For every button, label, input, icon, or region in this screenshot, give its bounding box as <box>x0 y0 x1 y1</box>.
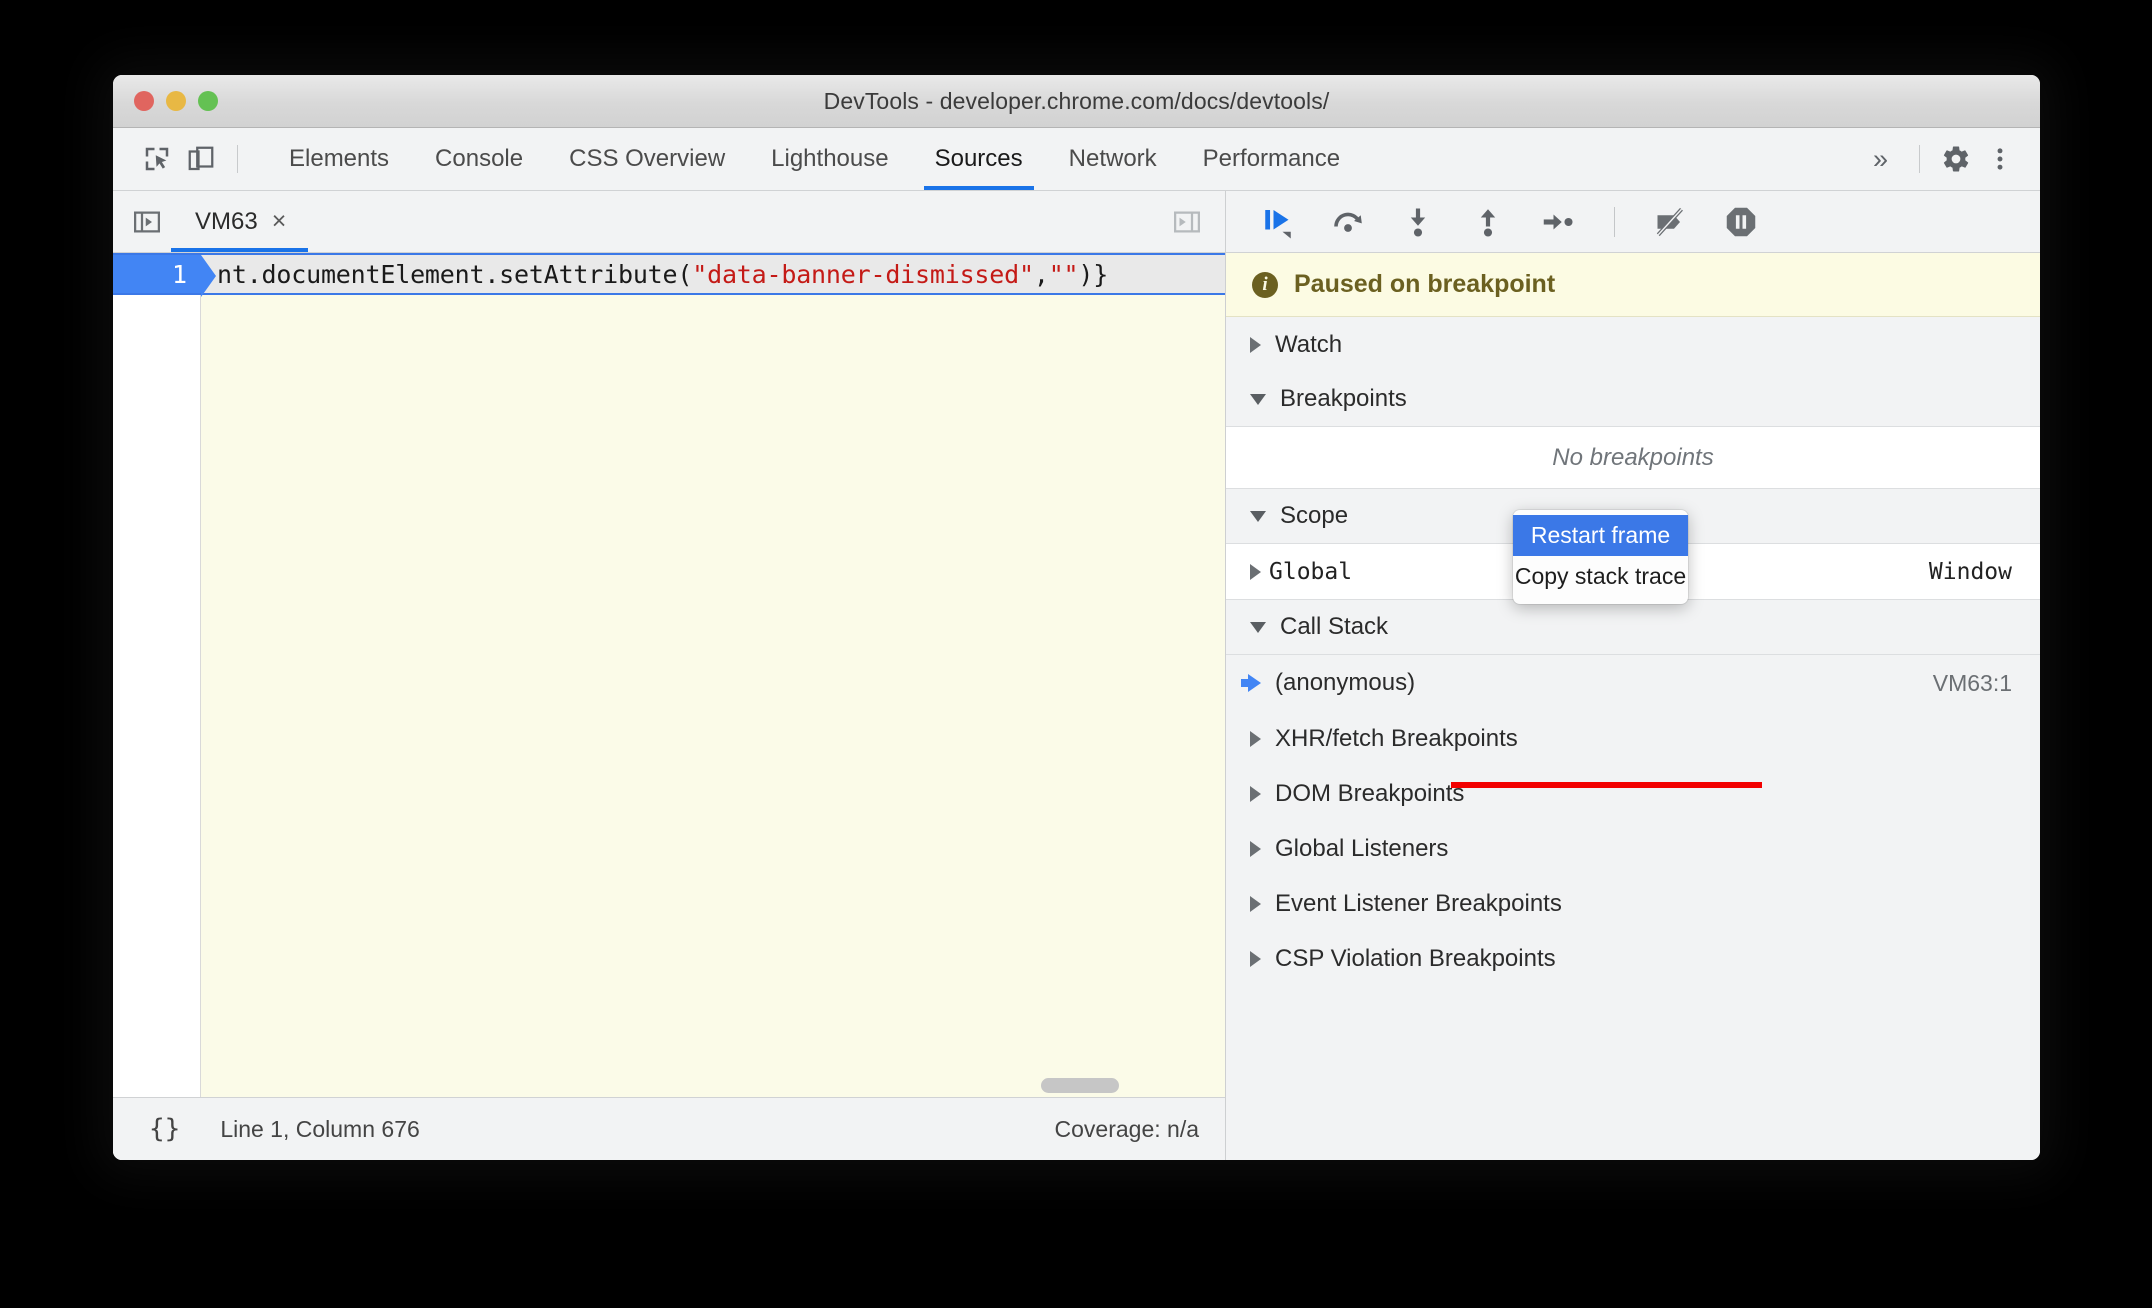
editor-status-bar: {} Line 1, Column 676 Coverage: n/a <box>113 1097 1225 1160</box>
code-line-text[interactable]: nt.documentElement.setAttribute("data-ba… <box>201 260 1225 289</box>
chevron-down-icon <box>1250 621 1266 633</box>
zoom-window-button[interactable] <box>198 91 218 111</box>
sources-panel-body: VM63 × 1 nt.documentElement.setAttribute <box>113 191 2040 1160</box>
inspect-element-icon[interactable] <box>135 137 179 181</box>
code-string-2: "" <box>1048 259 1079 289</box>
debugger-controls-toolbar <box>1226 191 2040 253</box>
call-stack-frame-name: (anonymous) <box>1275 669 1416 696</box>
chevron-right-icon <box>1250 336 1261 353</box>
window-title: DevTools - developer.chrome.com/docs/dev… <box>823 87 1330 114</box>
chevron-right-icon <box>1250 840 1261 857</box>
device-toolbar-icon[interactable] <box>179 137 223 181</box>
context-menu-item-restart-frame[interactable]: Restart frame <box>1513 515 1688 556</box>
code-editor[interactable]: 1 nt.documentElement.setAttribute("data-… <box>113 253 1225 1097</box>
code-segment-after: )} <box>1078 259 1109 289</box>
debugger-toolbar-divider <box>1614 206 1615 237</box>
devtools-tabstrip: Elements Console CSS Overview Lighthouse… <box>113 128 2040 191</box>
chevron-down-icon <box>1250 510 1266 522</box>
panel-tab-list: Elements Console CSS Overview Lighthouse… <box>266 128 1363 190</box>
file-tab-label: VM63 <box>195 207 258 235</box>
scope-value: Window <box>1928 558 2012 585</box>
editor-pane: VM63 × 1 nt.documentElement.setAttribute <box>113 191 1226 1160</box>
code-string-1: "data-banner-dismissed" <box>692 259 1034 289</box>
file-tab-vm63[interactable]: VM63 × <box>171 191 309 252</box>
paused-banner-text: Paused on breakpoint <box>1294 270 1556 298</box>
tab-lighthouse[interactable]: Lighthouse <box>748 128 911 190</box>
step-into-icon[interactable] <box>1394 198 1442 246</box>
section-breakpoints-label: Breakpoints <box>1280 385 1407 412</box>
call-stack-frame[interactable]: (anonymous) VM63:1 <box>1226 655 2040 711</box>
tab-network[interactable]: Network <box>1046 128 1180 190</box>
file-tabbar: VM63 × <box>113 191 1225 253</box>
line-number-badge: 1 <box>113 255 216 297</box>
section-dom-label: DOM Breakpoints <box>1275 779 1465 807</box>
toolbar-divider <box>237 145 238 173</box>
context-menu-item-copy-stack-trace[interactable]: Copy stack trace <box>1513 556 1688 597</box>
deactivate-breakpoints-icon[interactable] <box>1647 198 1695 246</box>
info-icon: i <box>1252 271 1278 298</box>
pause-on-exceptions-icon[interactable] <box>1717 198 1765 246</box>
pretty-print-button[interactable]: {} <box>137 1114 192 1144</box>
window-controls <box>134 91 218 111</box>
chevron-down-icon <box>1250 393 1266 405</box>
devtools-window: DevTools - developer.chrome.com/docs/dev… <box>113 75 2040 1160</box>
coverage-label: Coverage: n/a <box>1054 1115 1199 1142</box>
editor-horizontal-scrollbar[interactable] <box>201 1078 1225 1094</box>
debugger-sidebar: i Paused on breakpoint Watch Breakpoints… <box>1226 191 2040 1160</box>
strikethrough-annotation <box>1451 782 1762 788</box>
tab-sources[interactable]: Sources <box>912 128 1046 190</box>
more-tabs-icon[interactable]: » <box>1853 144 1905 175</box>
section-event-listener-label: Event Listener Breakpoints <box>1275 889 1562 917</box>
window-titlebar: DevTools - developer.chrome.com/docs/dev… <box>113 75 2040 128</box>
section-xhr-fetch-label: XHR/fetch Breakpoints <box>1275 724 1518 752</box>
tabstrip-right-controls: » <box>1853 137 2022 181</box>
step-over-icon[interactable] <box>1324 198 1372 246</box>
show-debugger-icon[interactable] <box>1163 198 1211 246</box>
editor-gutter <box>113 253 201 1097</box>
code-segment-before: nt.documentElement.setAttribute( <box>217 259 693 289</box>
current-frame-arrow-icon <box>1241 674 1261 692</box>
close-icon[interactable]: × <box>272 209 287 234</box>
section-call-stack-label: Call Stack <box>1280 613 1389 640</box>
section-xhr-fetch-breakpoints[interactable]: XHR/fetch Breakpoints <box>1226 711 2040 766</box>
tab-console[interactable]: Console <box>412 128 546 190</box>
section-call-stack[interactable]: Call Stack <box>1226 600 2040 655</box>
chevron-right-icon <box>1250 950 1261 967</box>
step-out-icon[interactable] <box>1464 198 1512 246</box>
section-global-listeners[interactable]: Global Listeners <box>1226 821 2040 876</box>
section-csp-violation-breakpoints[interactable]: CSP Violation Breakpoints <box>1226 931 2040 986</box>
section-watch-label: Watch <box>1275 330 1343 358</box>
section-breakpoints[interactable]: Breakpoints <box>1226 372 2040 427</box>
section-csp-violation-label: CSP Violation Breakpoints <box>1275 944 1556 972</box>
show-navigator-icon[interactable] <box>123 198 171 246</box>
chevron-right-icon <box>1250 895 1261 912</box>
resume-icon[interactable] <box>1254 198 1302 246</box>
frame-context-menu: Restart frame Copy stack trace <box>1513 510 1688 604</box>
section-global-listeners-label: Global Listeners <box>1275 834 1449 862</box>
close-window-button[interactable] <box>134 91 154 111</box>
step-icon[interactable] <box>1534 198 1582 246</box>
no-breakpoints-message: No breakpoints <box>1226 427 2040 489</box>
scope-name: Global <box>1269 558 1353 585</box>
toolbar-divider-right <box>1919 145 1920 173</box>
cursor-position-label: Line 1, Column 676 <box>220 1115 420 1142</box>
tab-performance[interactable]: Performance <box>1180 128 1363 190</box>
kebab-menu-icon[interactable] <box>1978 137 2022 181</box>
chevron-right-icon <box>1250 730 1261 747</box>
section-watch[interactable]: Watch <box>1226 317 2040 372</box>
gear-icon[interactable] <box>1934 137 1978 181</box>
section-event-listener-breakpoints[interactable]: Event Listener Breakpoints <box>1226 876 2040 931</box>
minimize-window-button[interactable] <box>166 91 186 111</box>
chevron-right-icon <box>1250 563 1261 580</box>
code-comma: , <box>1033 259 1049 289</box>
section-dom-breakpoints[interactable]: DOM Breakpoints <box>1226 766 2040 821</box>
section-scope-label: Scope <box>1280 502 1349 529</box>
tab-css-overview[interactable]: CSS Overview <box>546 128 748 190</box>
execution-line: 1 nt.documentElement.setAttribute("data-… <box>113 253 1225 297</box>
paused-on-breakpoint-banner: i Paused on breakpoint <box>1226 253 2040 317</box>
scrollbar-thumb[interactable] <box>1041 1078 1119 1093</box>
chevron-right-icon <box>1250 785 1261 802</box>
call-stack-frame-location: VM63:1 <box>1932 669 2012 696</box>
tab-elements[interactable]: Elements <box>266 128 412 190</box>
